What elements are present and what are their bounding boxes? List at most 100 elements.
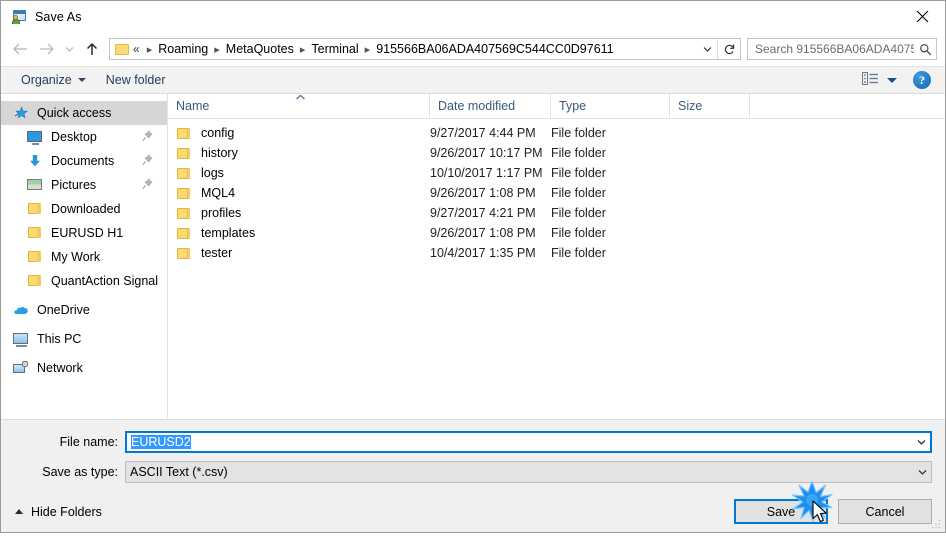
sidebar-item-downloaded[interactable]: Downloaded [1, 197, 167, 221]
chevron-down-icon[interactable] [697, 39, 717, 59]
table-row[interactable]: templates 9/26/2017 1:08 PM File folder [168, 223, 945, 243]
file-type-cell: File folder [551, 206, 606, 220]
chevron-right-icon: ▸ [146, 43, 153, 56]
window-title: Save As [35, 9, 82, 24]
breadcrumb-item-2[interactable]: Terminal [310, 41, 359, 57]
cancel-button[interactable]: Cancel [838, 499, 932, 524]
chevron-right-icon: ▸ [364, 43, 371, 56]
column-label: Date modified [438, 99, 516, 113]
column-label: Name [176, 99, 210, 113]
navigation-pane: Quick access Desktop Documents Pictures … [1, 94, 168, 419]
file-date-cell: 9/27/2017 4:44 PM [430, 126, 536, 140]
column-headers: Name Date modified Type Size [168, 94, 945, 119]
navigation-bar: « ▸ Roaming ▸ MetaQuotes ▸ Terminal ▸ 91… [1, 32, 945, 66]
computer-icon [13, 331, 29, 347]
pin-icon[interactable] [142, 178, 153, 193]
cloud-icon [13, 302, 29, 318]
sidebar-label: Downloaded [51, 202, 121, 216]
close-icon[interactable] [899, 1, 945, 31]
file-name-row: File name: EURUSD2 [1, 431, 945, 453]
save-form: File name: EURUSD2 Save as type: ASCII T… [1, 419, 945, 532]
column-header-date-modified[interactable]: Date modified [430, 94, 551, 118]
search-input[interactable]: Search 915566BA06ADA40756... [747, 38, 937, 60]
pin-icon[interactable] [142, 130, 153, 145]
save-as-type-row: Save as type: ASCII Text (*.csv) [1, 461, 945, 483]
save-as-type-select[interactable]: ASCII Text (*.csv) [125, 461, 932, 483]
folder-icon [176, 166, 192, 180]
picture-icon [27, 177, 43, 193]
file-date-cell: 10/10/2017 1:17 PM [430, 166, 543, 180]
sidebar-item-desktop[interactable]: Desktop [1, 125, 167, 149]
file-date-cell: 9/26/2017 10:17 PM [430, 146, 543, 160]
breadcrumb-item-0[interactable]: Roaming [157, 41, 209, 57]
file-list-pane: Name Date modified Type Size config 9/27… [168, 94, 945, 419]
address-bar[interactable]: « ▸ Roaming ▸ MetaQuotes ▸ Terminal ▸ 91… [109, 38, 741, 60]
table-row[interactable]: history 9/26/2017 10:17 PM File folder [168, 143, 945, 163]
column-header-size[interactable]: Size [670, 94, 750, 118]
file-type-cell: File folder [551, 186, 606, 200]
pin-icon[interactable] [142, 154, 153, 169]
sidebar-label: EURUSD H1 [51, 226, 124, 240]
table-row[interactable]: logs 10/10/2017 1:17 PM File folder [168, 163, 945, 183]
file-name: templates [201, 226, 256, 240]
file-date-cell: 9/26/2017 1:08 PM [430, 186, 536, 200]
sidebar-item-this-pc[interactable]: This PC [1, 327, 167, 351]
title-bar: Save As [1, 1, 945, 32]
recent-locations-chevron-icon[interactable] [59, 36, 79, 62]
sidebar-item-quantaction-signal[interactable]: QuantAction Signal [1, 269, 167, 293]
breadcrumb-overflow[interactable]: « [133, 42, 142, 56]
table-row[interactable]: profiles 9/27/2017 4:21 PM File folder [168, 203, 945, 223]
new-folder-button[interactable]: New folder [100, 71, 172, 89]
help-button[interactable]: ? [913, 71, 931, 89]
save-button[interactable]: Save [734, 499, 828, 524]
file-name-cell: profiles [168, 206, 430, 220]
save-as-window-icon [11, 9, 27, 25]
back-arrow-icon[interactable] [7, 36, 33, 62]
chevron-down-icon[interactable] [912, 438, 930, 446]
sidebar-item-network[interactable]: Network [1, 356, 167, 380]
file-name-cell: logs [168, 166, 430, 180]
footer-bar: Hide Folders Save Cancel [1, 491, 945, 532]
search-icon[interactable] [914, 43, 936, 56]
file-name-selected-text: EURUSD2 [131, 435, 191, 449]
chevron-down-icon[interactable] [913, 468, 931, 476]
file-name: config [201, 126, 235, 140]
new-folder-label: New folder [105, 73, 166, 87]
folder-icon [176, 186, 192, 200]
hide-folders-label: Hide Folders [31, 504, 102, 519]
column-header-type[interactable]: Type [551, 94, 670, 118]
sidebar-item-my-work[interactable]: My Work [1, 245, 167, 269]
organize-button[interactable]: Organize [15, 71, 92, 89]
table-row[interactable]: config 9/27/2017 4:44 PM File folder [168, 123, 945, 143]
refresh-icon[interactable] [717, 39, 740, 59]
breadcrumb-item-3[interactable]: 915566BA06ADA407569C544CC0D97611 [375, 41, 614, 57]
sidebar-item-quick-access[interactable]: Quick access [1, 101, 167, 125]
download-icon [27, 153, 43, 169]
folder-icon [27, 225, 43, 241]
view-layout-button[interactable] [858, 70, 901, 90]
sidebar-item-eurusd-h1[interactable]: EURUSD H1 [1, 221, 167, 245]
breadcrumb-item-1[interactable]: MetaQuotes [225, 41, 295, 57]
table-row[interactable]: tester 10/4/2017 1:35 PM File folder [168, 243, 945, 263]
save-as-type-value: ASCII Text (*.csv) [130, 465, 228, 479]
up-arrow-icon[interactable] [79, 36, 105, 62]
folder-icon [27, 249, 43, 265]
resize-grip-icon[interactable] [930, 518, 942, 530]
forward-arrow-icon[interactable] [33, 36, 59, 62]
sidebar-item-documents[interactable]: Documents [1, 149, 167, 173]
table-row[interactable]: MQL4 9/26/2017 1:08 PM File folder [168, 183, 945, 203]
content-area: Quick access Desktop Documents Pictures … [1, 94, 945, 419]
column-header-name[interactable]: Name [168, 94, 430, 118]
search-placeholder: Search 915566BA06ADA40756... [755, 42, 914, 56]
organize-label: Organize [21, 73, 72, 87]
sidebar-item-pictures[interactable]: Pictures [1, 173, 167, 197]
file-name-input[interactable]: EURUSD2 [125, 431, 932, 453]
sidebar-item-onedrive[interactable]: OneDrive [1, 298, 167, 322]
hide-folders-button[interactable]: Hide Folders [11, 505, 102, 519]
chevron-down-icon [77, 78, 86, 82]
folder-icon [176, 226, 192, 240]
column-label: Size [678, 99, 703, 113]
folder-icon [176, 206, 192, 220]
folder-icon [27, 273, 43, 289]
file-name-value: EURUSD2 [127, 435, 912, 449]
